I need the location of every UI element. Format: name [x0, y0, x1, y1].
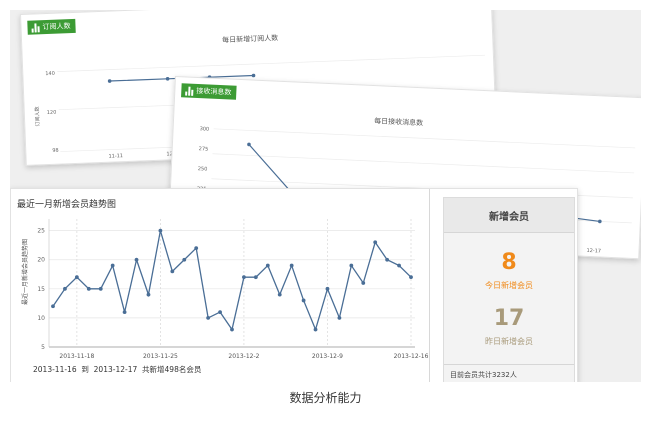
gridline [213, 128, 636, 149]
x-tick-label: 2013-12-2 [228, 353, 259, 360]
member-trend-svg: 最近一月新增会员趋势图 5 10 15 20 25 2013-11-18 2013-11-2… [21, 219, 429, 360]
data-point [409, 275, 413, 280]
y-tick-label: 5 [41, 344, 45, 351]
footer-end-date: 2013-12-17 [93, 365, 138, 374]
yesterday-new-members-value: 17 [493, 306, 525, 331]
x-tick-label: 2013-11-25 [143, 353, 178, 360]
y-tick-label: 10 [37, 315, 45, 322]
messages-ytick: 275 [199, 146, 209, 152]
data-point [289, 263, 294, 268]
new-members-header: 新增会员 [444, 198, 574, 233]
footer-summary: 共新增498名会员 [142, 365, 202, 374]
data-point [122, 310, 127, 314]
member-trend-line [52, 230, 412, 332]
x-tick-label: 2013-12-16 [394, 353, 429, 360]
data-point [325, 286, 330, 291]
data-point [98, 286, 103, 291]
data-point [253, 275, 258, 280]
subscribers-ytick: 98 [52, 148, 59, 154]
data-point [110, 263, 115, 268]
gridline [212, 153, 635, 174]
data-point [337, 316, 342, 320]
data-point [265, 263, 270, 268]
footer-start-date: 2013-11-16 [33, 365, 77, 374]
data-point [598, 219, 602, 224]
data-point [63, 286, 67, 291]
data-point [86, 286, 91, 291]
subscribers-ytick: 120 [47, 110, 57, 116]
yesterday-new-members-label: 昨日新增会员 [485, 337, 533, 346]
data-point [277, 292, 282, 297]
article-image-area: 订阅人数 每日新增订阅人数 140 120 98 订阅人数 11-11 12-1… [0, 0, 651, 423]
subscribers-xtick: 11-11 [108, 153, 123, 160]
data-point [170, 269, 175, 274]
data-point [194, 246, 199, 250]
data-point [158, 228, 163, 233]
image-caption: 数据分析能力 [289, 391, 362, 405]
data-point [74, 275, 79, 280]
dashboard-photo: 订阅人数 每日新增订阅人数 140 120 98 订阅人数 11-11 12-1… [10, 10, 641, 382]
member-trend-panel: 最近一月新增会员趋势图 最近一月新增会员趋势图 5 10 15 20 25 2013-11… [11, 189, 430, 382]
data-point [361, 281, 366, 285]
member-trend-footer: 2013-11-16 到 2013-12-17 共新增498名会员 [33, 364, 201, 375]
data-point [230, 327, 234, 332]
data-point [165, 77, 170, 81]
messages-ytick: 250 [198, 166, 208, 172]
data-point [385, 257, 390, 262]
data-point [218, 310, 222, 314]
subscribers-ylabel: 订阅人数 [34, 106, 42, 126]
gridline [57, 54, 485, 72]
data-point [313, 327, 318, 332]
data-point [134, 257, 139, 262]
member-trend-ylabel: 最近一月新增会员趋势图 [21, 239, 29, 305]
subscribers-ytick: 140 [45, 71, 55, 77]
data-point [397, 263, 401, 268]
data-point [242, 275, 246, 280]
data-point [51, 304, 55, 309]
data-point [206, 316, 211, 320]
member-trend-card: 最近一月新增会员趋势图 最近一月新增会员趋势图 5 10 15 20 25 2013-11… [10, 188, 578, 382]
data-point [251, 73, 256, 78]
y-tick-label: 15 [37, 286, 45, 293]
new-members-panel: 新增会员 8 今日新增会员 17 昨日新增会员 目前会员共计3232人 [443, 197, 575, 382]
today-new-members-value: 8 [501, 250, 517, 275]
y-tick-label: 25 [37, 228, 45, 235]
data-point [373, 240, 378, 245]
x-tick-label: 2013-12-9 [312, 353, 343, 360]
data-point [301, 298, 306, 303]
data-point [146, 292, 151, 297]
footer-to: 到 [81, 365, 89, 374]
x-tick-label: 2013-11-18 [59, 353, 94, 360]
messages-xtick: 12-17 [586, 248, 601, 255]
data-point [107, 79, 112, 83]
data-point [182, 257, 187, 262]
today-new-members-label: 今日新增会员 [485, 281, 533, 290]
messages-ytick: 300 [199, 126, 209, 132]
y-tick-label: 20 [37, 257, 45, 264]
data-point [349, 263, 354, 268]
total-members-footer: 目前会员共计3232人 [444, 364, 574, 382]
